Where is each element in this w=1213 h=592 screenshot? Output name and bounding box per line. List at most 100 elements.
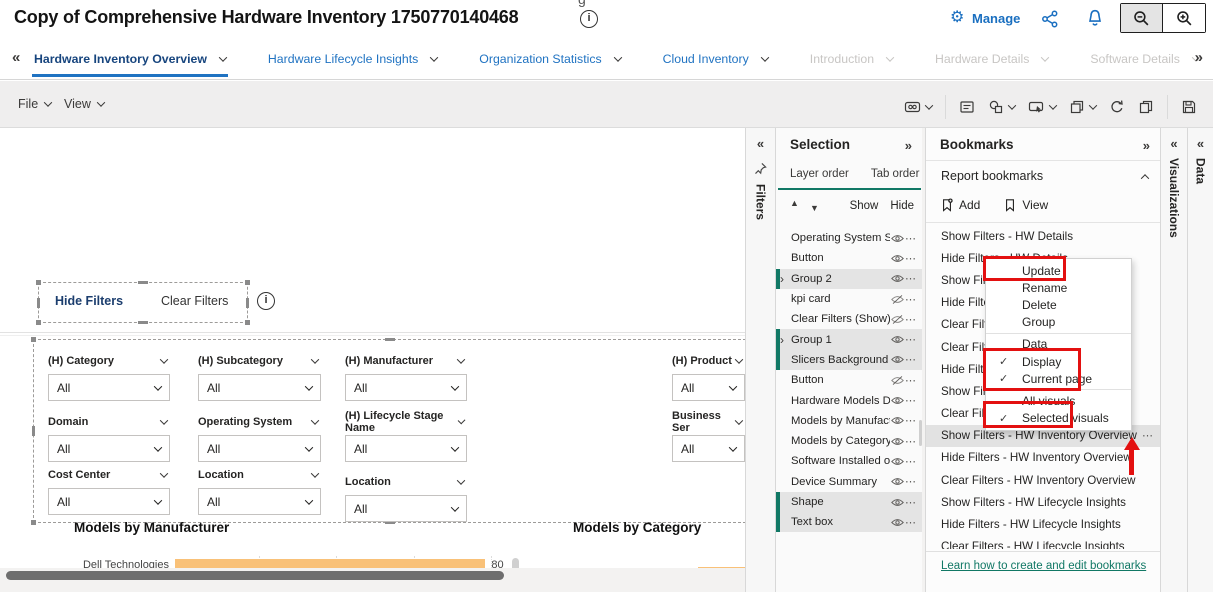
more-options-icon[interactable]: ⋯ [905,313,917,326]
slicer-header[interactable]: Cost Center [48,464,170,486]
share-icon[interactable] [1041,10,1059,28]
more-options-icon[interactable]: ⋯ [905,333,917,346]
chevron-down-icon[interactable] [160,355,168,363]
more-options-icon[interactable]: ⋯ [905,455,917,468]
tabs-scroll-right-icon[interactable]: » [1195,49,1203,66]
visibility-eye-icon[interactable] [890,254,905,263]
chevron-down-icon[interactable] [160,469,168,477]
visibility-eye-icon[interactable] [890,477,905,486]
page-tab[interactable]: Introduction [810,38,893,79]
expand-visualizations-pane-icon[interactable]: « [1161,136,1187,151]
slicer-header[interactable]: Location [345,471,467,493]
more-options-icon[interactable]: ⋯ [905,475,917,488]
page-tab[interactable]: Software Details [1090,38,1199,79]
resize-handle[interactable] [37,298,40,308]
bookmark-item[interactable]: Show Filters - HW Details ⋯ [926,225,1161,247]
context-menu-item[interactable]: ✓ Rename [986,279,1131,296]
text-box-button[interactable] [959,99,975,115]
layer-item[interactable]: › Software Installed on ... ⋯ [776,451,922,471]
slicer-dropdown[interactable]: All [345,495,467,522]
save-button[interactable] [1181,99,1197,115]
hide-filters-button[interactable]: Hide Filters [55,294,123,308]
context-menu-item[interactable]: ✓ Delete [986,296,1131,313]
layer-item[interactable]: › kpi card ⋯ [776,289,922,309]
context-menu-item[interactable]: ✓ Group [986,314,1131,331]
bar[interactable] [175,559,485,568]
context-menu-item[interactable]: ✓ Selected visuals [986,410,1131,427]
resize-handle[interactable] [36,320,41,325]
shapes-button[interactable] [988,99,1015,115]
view-bookmarks-button[interactable]: View [1004,198,1048,212]
hide-all-button[interactable]: Hide [890,200,914,212]
more-options-icon[interactable]: ⋯ [905,496,917,509]
resize-handle[interactable] [138,321,148,324]
resize-handle[interactable] [245,280,250,285]
layer-item[interactable]: › Models by Manufact... ⋯ [776,411,922,431]
context-menu-item[interactable]: ✓ All visuals [986,392,1131,409]
chevron-down-icon[interactable] [219,53,227,61]
filters-pane-label[interactable]: Filters [754,184,768,220]
visibility-eye-off-icon[interactable] [890,315,905,324]
page-tab[interactable]: Organization Statistics [479,38,620,79]
bookmark-item[interactable]: Clear Filters - HW Lifecycle Insights ⋯ [926,536,1161,549]
chevron-down-icon[interactable] [735,355,743,363]
slicer-dropdown[interactable]: All [672,374,745,401]
tab-order-tab[interactable]: Tab order [871,168,920,180]
slicer-header[interactable]: (H) Lifecycle Stage Name [345,411,467,433]
page-tab[interactable]: Cloud Inventory [663,38,768,79]
chevron-down-icon[interactable] [457,355,465,363]
visibility-eye-icon[interactable] [890,518,905,527]
expand-filters-pane-icon[interactable]: « [746,136,775,151]
zoom-in-button[interactable] [1163,4,1205,32]
canvas-horizontal-scrollbar[interactable] [6,571,504,580]
chevron-down-icon[interactable] [1089,101,1097,109]
slicer-dropdown[interactable]: All [48,374,170,401]
expand-data-pane-icon[interactable]: « [1188,136,1213,151]
chevron-down-icon[interactable] [1008,101,1016,109]
report-canvas[interactable]: Hide Filters Clear Filters i (H) Categor… [0,128,745,568]
group-expand-chevron-icon[interactable]: › [780,272,784,286]
layer-item[interactable]: › Device Summary ⋯ [776,472,922,492]
chevron-down-icon[interactable] [761,53,769,61]
file-menu[interactable]: File [18,97,51,111]
zoom-out-button[interactable] [1121,4,1163,32]
layer-item[interactable]: › Group 1 ⋯ [776,329,922,349]
duplicate-page-button[interactable] [1138,99,1154,115]
context-menu-item[interactable]: ✓ Current page [986,370,1131,387]
layer-item[interactable]: › Operating System Su... ⋯ [776,228,922,248]
resize-handle[interactable] [246,298,249,308]
more-options-icon[interactable]: ⋯ [905,374,917,387]
notifications-bell-icon[interactable] [1086,9,1104,28]
slicer-dropdown[interactable]: All [198,488,321,515]
resize-handle[interactable] [31,520,36,525]
slicer-dropdown[interactable]: All [345,374,467,401]
refresh-button[interactable] [1109,99,1125,115]
more-options-icon[interactable]: ⋯ [905,252,917,265]
more-options-icon[interactable]: ⋯ [905,394,917,407]
more-options-icon[interactable]: ⋯ [905,353,917,366]
resize-handle[interactable] [36,280,41,285]
more-options-icon[interactable]: ⋯ [905,232,917,245]
page-layout-button[interactable] [1069,99,1096,115]
data-pane-label[interactable]: Data [1194,158,1208,184]
visibility-eye-icon[interactable] [890,416,905,425]
visibility-eye-icon[interactable] [890,498,905,507]
visibility-eye-icon[interactable] [890,355,905,364]
chevron-down-icon[interactable] [457,476,465,484]
bookmark-item[interactable]: Hide Filters - HW Lifecycle Insights ⋯ [926,513,1161,535]
gear-icon[interactable]: ⚙ [950,9,964,27]
bookmark-item[interactable]: Clear Filters - HW Inventory Overview ⋯ [926,469,1161,491]
slicer-header[interactable]: Operating System [198,411,321,433]
view-menu[interactable]: View [64,97,104,111]
more-options-icon[interactable]: ⋯ [905,293,917,306]
chevron-down-icon[interactable] [311,416,319,424]
slicer-header[interactable]: (H) Category [48,350,170,372]
layer-item[interactable]: › Slicers Background Te... ⋯ [776,350,922,370]
visibility-eye-icon[interactable] [890,234,905,243]
chevron-down-icon[interactable] [160,416,168,424]
selected-visual-frame[interactable]: Hide Filters Clear Filters [38,282,248,323]
report-bookmarks-section-label[interactable]: Report bookmarks [941,169,1043,183]
layer-item[interactable]: › Clear Filters (Show) ⋯ [776,309,922,329]
layer-item[interactable]: › Hardware Models De... ⋯ [776,390,922,410]
context-menu-item[interactable]: ✓ Display [986,353,1131,370]
